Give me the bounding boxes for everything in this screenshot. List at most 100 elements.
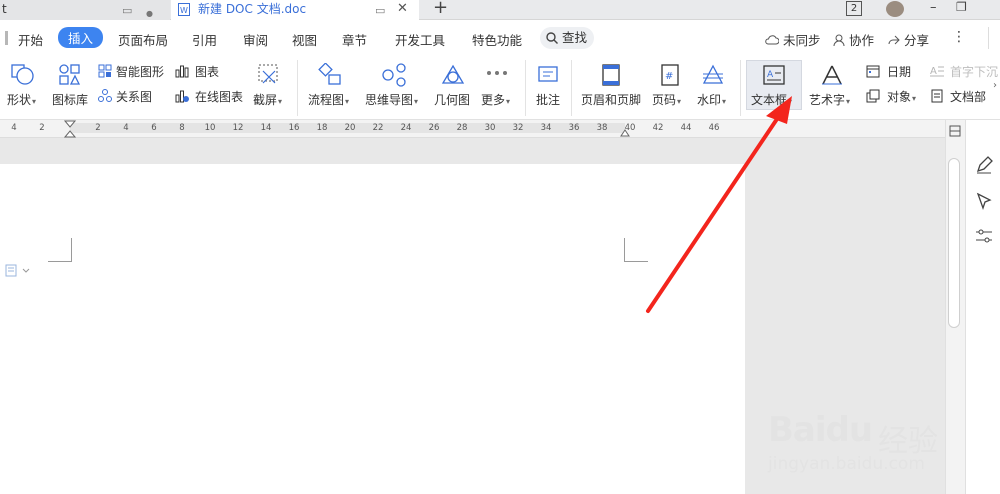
comment-icon — [538, 66, 558, 82]
watermark-url: jingyan.baidu.com — [768, 454, 925, 474]
dropcap-button[interactable]: A 首字下沉 — [930, 62, 998, 80]
menu-special[interactable]: 特色功能 — [472, 30, 522, 49]
indent-marker-icon[interactable] — [64, 120, 76, 138]
ribbon-scroll-right-icon[interactable]: › — [993, 80, 997, 91]
ruler-number: 36 — [568, 123, 580, 133]
margin-corner-right — [624, 238, 648, 262]
icon-library-label: 图标库 — [52, 93, 89, 107]
tab-current-label: 新建 DOC 文档.doc — [198, 2, 307, 16]
ruler-number: 28 — [456, 123, 468, 133]
ruler-number: 32 — [512, 123, 524, 133]
object-button[interactable]: 对象▾ — [866, 87, 926, 105]
doc-part-label: 文档部 — [950, 90, 987, 104]
ruler-number: 20 — [344, 123, 356, 133]
watermark-button[interactable]: 水印▾ — [696, 60, 732, 110]
header-footer-label: 页眉和页脚 — [581, 93, 642, 107]
flowchart-button[interactable]: 流程图▾ — [306, 60, 354, 110]
menu-start[interactable]: 开始 — [18, 30, 43, 49]
more-button[interactable]: 更多▾ — [480, 60, 516, 110]
online-chart-button[interactable]: 在线图表 — [175, 87, 247, 105]
menu-insert[interactable]: 插入 — [58, 27, 104, 48]
ruler-number: 24 — [400, 123, 412, 133]
menu-references[interactable]: 引用 — [192, 30, 217, 49]
shape-button[interactable]: 形状▾ — [5, 60, 41, 110]
window-count-badge[interactable]: 2 — [846, 1, 862, 16]
date-button[interactable]: 日期 — [866, 62, 918, 80]
menu-review[interactable]: 审阅 — [243, 30, 268, 49]
ruler-number: 44 — [680, 123, 692, 133]
wordart-button[interactable]: 艺术字▾ — [808, 60, 858, 110]
share-label: 分享 — [903, 33, 929, 48]
textbox-button[interactable]: A 文本框▾ — [748, 60, 802, 110]
share-icon — [888, 35, 900, 45]
header-footer-button[interactable]: 页眉和页脚 — [580, 60, 644, 110]
geometry-button[interactable]: 几何图 — [433, 60, 473, 110]
sync-status[interactable]: 未同步 — [765, 30, 821, 49]
more-menu-icon[interactable]: ⋮ — [952, 29, 966, 45]
icon-library-button[interactable]: 图标库 — [50, 60, 92, 110]
right-indent-marker-icon[interactable] — [620, 127, 630, 137]
new-tab-icon[interactable]: + — [433, 0, 448, 18]
wordart-icon — [822, 65, 842, 85]
flowchart-icon — [318, 63, 341, 85]
document-page[interactable] — [0, 164, 745, 494]
share-button[interactable]: 分享 — [888, 30, 929, 49]
restore-icon[interactable]: ❐ — [956, 0, 967, 14]
screenshot-button[interactable]: 截屏▾ — [252, 60, 288, 110]
ruler-number: 4 — [123, 123, 129, 133]
menu-page-layout[interactable]: 页面布局 — [118, 30, 168, 49]
menu-section[interactable]: 章节 — [342, 30, 367, 49]
ruler-number: 22 — [372, 123, 384, 133]
dropcap-icon: A — [930, 66, 944, 77]
ribbon-separator — [740, 60, 741, 116]
dropcap-label: 首字下沉 — [950, 65, 999, 79]
settings-sliders-icon[interactable] — [975, 228, 993, 244]
ribbon-separator — [297, 60, 298, 116]
search-label: 查找 — [562, 30, 588, 45]
menu-divider — [988, 27, 989, 49]
ruler-number: 8 — [179, 123, 185, 133]
ruler-number: 12 — [232, 123, 244, 133]
collab-button[interactable]: 协作 — [833, 30, 874, 49]
right-sidebar — [965, 120, 1000, 494]
smartart-button[interactable]: 智能图形 — [98, 62, 170, 80]
relation-button[interactable]: 关系图 — [98, 87, 158, 105]
comment-button[interactable]: 批注 — [534, 60, 564, 110]
search-button[interactable]: 查找 — [540, 27, 594, 49]
ruler-number: 26 — [428, 123, 440, 133]
menu-view[interactable]: 视图 — [292, 30, 317, 49]
ruler-number: 42 — [652, 123, 664, 133]
paragraph-format-icon[interactable] — [5, 264, 33, 278]
close-tab-icon[interactable]: ✕ — [397, 0, 408, 18]
pin-icon[interactable]: ▭ — [122, 2, 132, 20]
mindmap-button[interactable]: 思维导图▾ — [365, 60, 427, 110]
pen-edit-icon[interactable] — [975, 156, 993, 174]
tab-previous[interactable]: t ▭ ● — [0, 0, 170, 20]
scrollbar-thumb[interactable] — [948, 158, 960, 328]
ruler-number: 6 — [151, 123, 157, 133]
relation-icon — [98, 89, 112, 102]
ruler-number: 2 — [95, 123, 101, 133]
ribbon-separator — [571, 60, 572, 116]
tab-current-document[interactable]: W 新建 DOC 文档.doc ▭ ✕ — [171, 0, 419, 20]
pointer-select-icon[interactable] — [976, 192, 992, 210]
chart-button[interactable]: 图表 — [175, 62, 225, 80]
page-number-button[interactable]: # 页码▾ — [651, 60, 689, 110]
tab-bar: t ▭ ● W 新建 DOC 文档.doc ▭ ✕ + 2 – ❐ — [0, 0, 1000, 20]
avatar[interactable] — [886, 1, 904, 17]
menu-handle-icon[interactable] — [5, 31, 8, 45]
doc-part-button[interactable]: 文档部 — [930, 87, 990, 105]
doc-part-icon — [931, 89, 943, 103]
screenshot-label: 截屏▾ — [253, 93, 283, 107]
pin-icon[interactable]: ▭ — [375, 2, 385, 20]
menu-developer[interactable]: 开发工具 — [395, 30, 445, 49]
split-view-icon[interactable] — [949, 125, 961, 137]
minimize-icon[interactable]: – — [930, 0, 937, 15]
mindmap-icon — [382, 63, 406, 87]
collab-label: 协作 — [848, 33, 874, 48]
header-footer-icon — [602, 64, 620, 86]
online-chart-label: 在线图表 — [195, 90, 244, 104]
ruler-number: 14 — [260, 123, 272, 133]
ribbon-separator — [525, 60, 526, 116]
watermark-brand: Baidu — [768, 410, 873, 450]
